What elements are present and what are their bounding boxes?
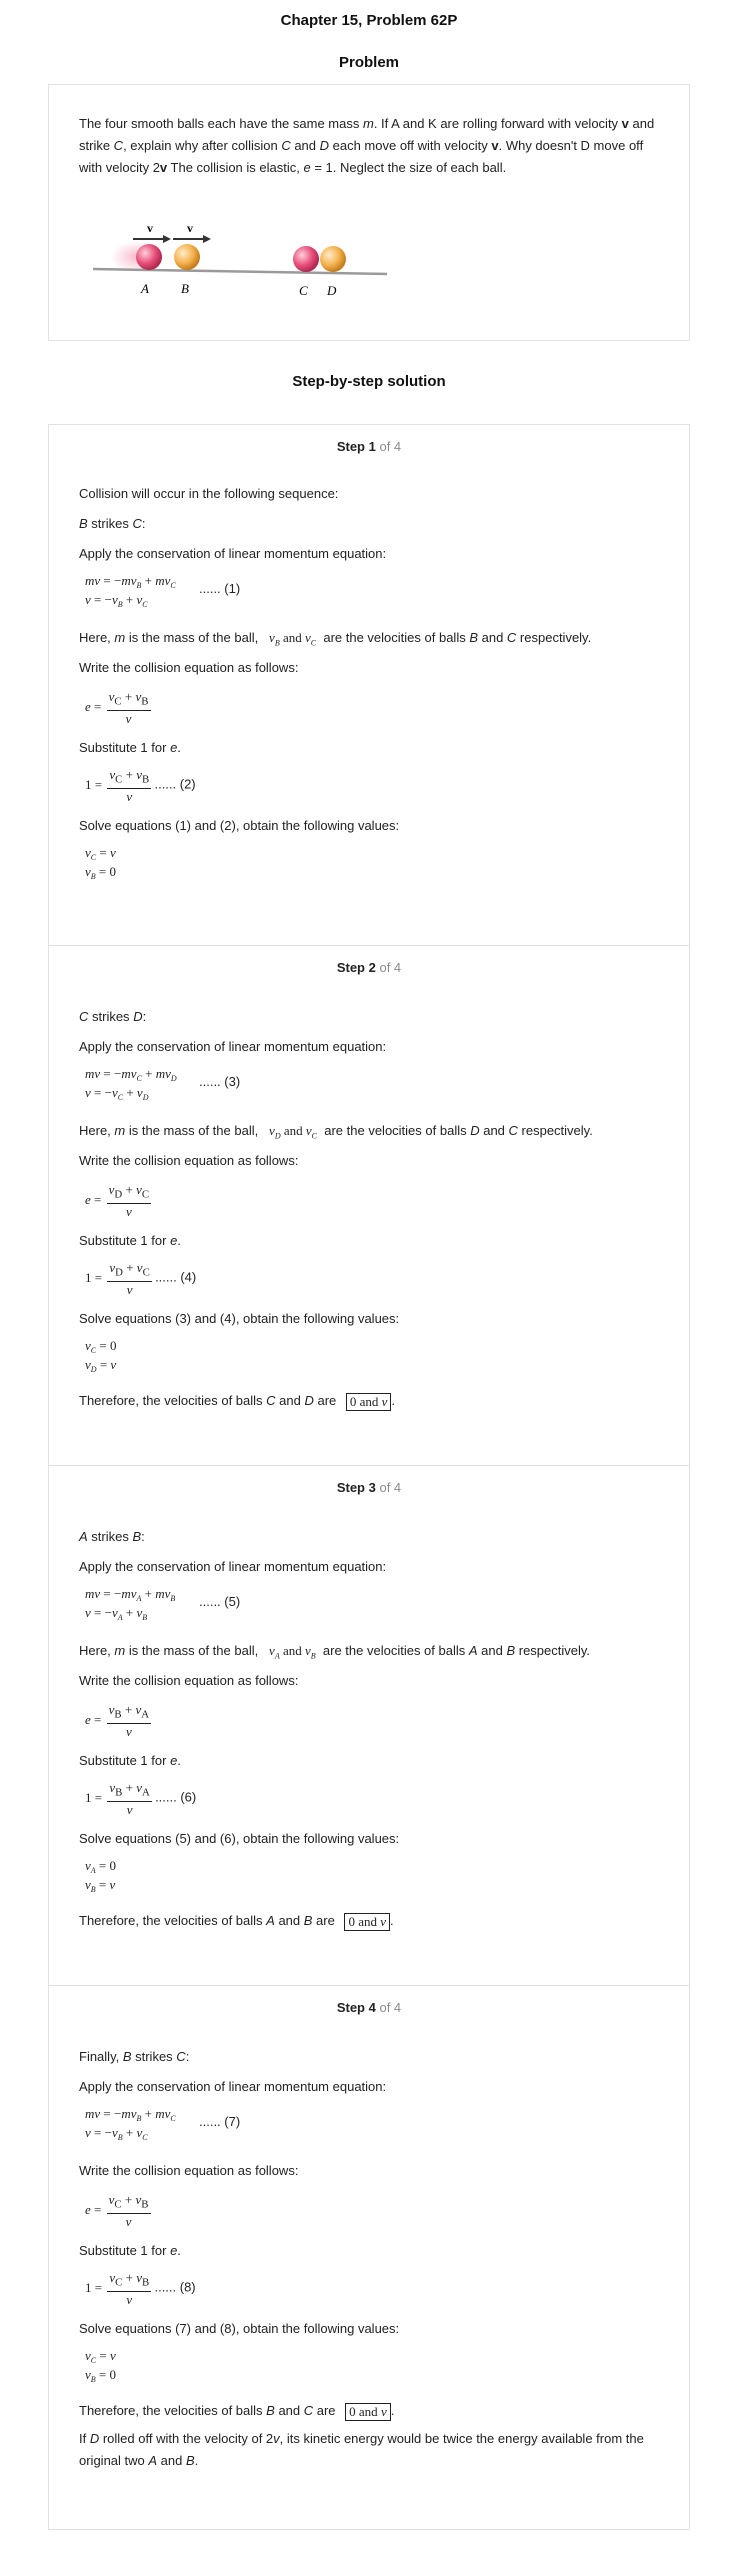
- solution-values: vC = v vB = 0: [85, 845, 117, 881]
- step-title: Step 1 of 4: [336, 439, 402, 454]
- step-4: Step 4 of 4 Finally, B strikes C: Apply …: [49, 1985, 689, 2529]
- ball-b: [174, 244, 200, 270]
- chapter-title: Chapter 15, Problem 62P: [280, 12, 458, 29]
- step-text: Write the collision equation as follows:: [79, 2163, 299, 2178]
- solution-values: vA = 0 vB = v: [85, 1858, 117, 1894]
- step-1: Step 1 of 4 Collision will occur in the …: [49, 425, 689, 945]
- solution-page: Chapter 15, Problem 62P Problem The four…: [0, 0, 738, 2555]
- equation-tag: ...... (7): [199, 2114, 241, 2129]
- step-text: Write the collision equation as follows:: [79, 1153, 299, 1168]
- label-d: D: [326, 283, 337, 298]
- solution-values: vC = 0 vD = v: [85, 1338, 117, 1374]
- answer-box: 0 and v: [344, 1912, 390, 1931]
- step-text: Write the collision equation as follows:: [79, 1673, 299, 1688]
- step-text: Substitute 1 for e.: [79, 740, 181, 755]
- balls-figure: v v A B C D: [92, 221, 388, 298]
- step-text: Apply the conservation of linear momentu…: [79, 1039, 387, 1054]
- momentum-equation: mv = −mvB + mvC v = −vB + vC: [85, 573, 176, 609]
- collision-equation-substituted: 1 = vB + vA v ...... (6): [85, 1780, 197, 1817]
- label-c: C: [299, 283, 308, 298]
- step-2: Step 2 of 4 C strikes D: Apply the conse…: [49, 945, 689, 1465]
- step-text: Therefore, the velocities of balls A and…: [79, 1912, 394, 1931]
- step-title: Step 4 of 4: [336, 2000, 402, 2015]
- velocity-label-a: v: [147, 221, 153, 235]
- step-text: Apply the conservation of linear momentu…: [79, 1559, 387, 1574]
- collision-equation-substituted: 1 = vD + vC v ...... (4): [85, 1260, 197, 1297]
- step-text: Apply the conservation of linear momentu…: [79, 546, 387, 561]
- step-title: Step 2 of 4: [336, 960, 402, 975]
- step-text: Finally, B strikes C:: [79, 2049, 190, 2064]
- solution-values: vC = v vB = 0: [85, 2348, 117, 2384]
- step-text: Write the collision equation as follows:: [79, 660, 299, 675]
- momentum-equation: mv = −mvC + mvD v = −vC + vD: [85, 1066, 177, 1102]
- step-text: Here, m is the mass of the ball, vB and …: [79, 630, 592, 648]
- label-b: B: [181, 281, 189, 296]
- step-text: Therefore, the velocities of balls C and…: [79, 1392, 396, 1411]
- problem-statement: The four smooth balls each have the same…: [79, 116, 655, 175]
- ball-d: [320, 246, 346, 272]
- step-text: Apply the conservation of linear momentu…: [79, 2079, 387, 2094]
- step-text: C strikes D:: [79, 1009, 147, 1024]
- collision-equation: e = vD + vC v: [85, 1182, 152, 1219]
- answer-box: 0 and v: [345, 1392, 392, 1411]
- step-text: Substitute 1 for e.: [79, 2243, 181, 2258]
- step-text: Collision will occur in the following se…: [79, 486, 339, 501]
- equation-tag: ...... (5): [199, 1594, 241, 1609]
- collision-equation: e = vB + vA v: [85, 1702, 152, 1739]
- solution-card: Step 1 of 4 Collision will occur in the …: [48, 424, 690, 2530]
- step-text: Substitute 1 for e.: [79, 1233, 181, 1248]
- problem-card: The four smooth balls each have the same…: [48, 84, 690, 341]
- ball-a: [136, 244, 162, 270]
- velocity-label-b: v: [187, 221, 193, 235]
- collision-equation-substituted: 1 = vC + vB v ...... (2): [85, 767, 196, 804]
- step-text: Solve equations (1) and (2), obtain the …: [79, 818, 400, 833]
- label-a: A: [140, 281, 149, 296]
- collision-equation: e = vC + vB v: [85, 2192, 151, 2229]
- step-text: Here, m is the mass of the ball, vD and …: [79, 1123, 593, 1141]
- step-text: Solve equations (5) and (6), obtain the …: [79, 1831, 400, 1846]
- collision-equation: e = vC + vB v: [85, 689, 151, 726]
- step-title: Step 3 of 4: [336, 1480, 402, 1495]
- step-3: Step 3 of 4 A strikes B: Apply the conse…: [49, 1465, 689, 1985]
- step-text: B strikes C:: [79, 516, 146, 531]
- momentum-equation: mv = −mvA + mvB v = −vA + vB: [85, 1586, 176, 1622]
- step-text: Solve equations (3) and (4), obtain the …: [79, 1311, 400, 1326]
- step-text: Solve equations (7) and (8), obtain the …: [79, 2321, 400, 2336]
- step-text: A strikes B:: [79, 1529, 145, 1544]
- step-text: Here, m is the mass of the ball, vA and …: [79, 1643, 591, 1661]
- step-text: Therefore, the velocities of balls B and…: [79, 2402, 395, 2421]
- closing-text: If D rolled off with the velocity of 2v,…: [79, 2431, 644, 2468]
- solution-heading: Step-by-step solution: [292, 373, 446, 390]
- equation-tag: ...... (1): [199, 581, 241, 596]
- answer-box: 0 and v: [345, 2402, 391, 2421]
- momentum-equation: mv = −mvB + mvC v = −vB + vC: [85, 2106, 176, 2142]
- ball-c: [293, 246, 319, 272]
- step-text: Substitute 1 for e.: [79, 1753, 181, 1768]
- collision-equation-substituted: 1 = vC + vB v ...... (8): [85, 2270, 196, 2307]
- problem-heading: Problem: [338, 54, 399, 71]
- equation-tag: ...... (3): [199, 1074, 241, 1089]
